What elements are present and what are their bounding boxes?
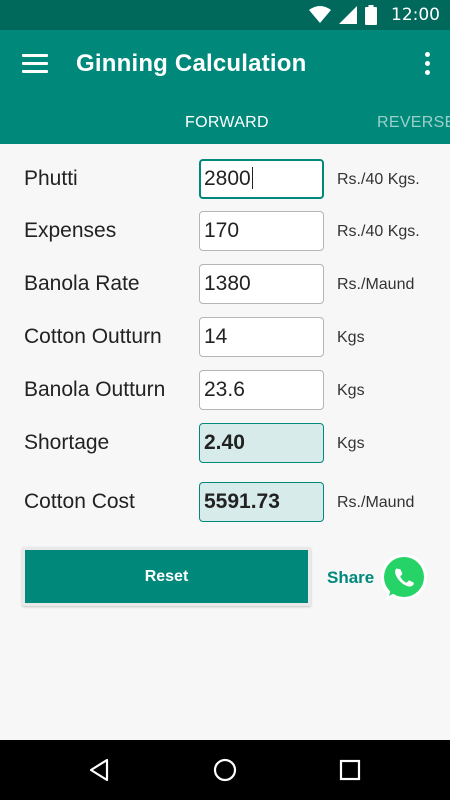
cotton-cost-result: 5591.73	[199, 482, 324, 522]
banola-outturn-unit: Kgs	[337, 382, 365, 399]
cotton-cost-label: Cotton Cost	[24, 490, 135, 513]
expenses-unit: Rs./40 Kgs.	[337, 223, 420, 240]
shortage-label: Shortage	[24, 431, 110, 454]
home-icon[interactable]	[212, 757, 238, 783]
banola-outturn-row: Banola Outturn 23.6 Kgs	[0, 370, 450, 410]
signal-icon	[339, 6, 357, 24]
hamburger-menu-icon[interactable]	[22, 54, 48, 76]
navigation-bar	[0, 740, 450, 800]
cotton-outturn-label: Cotton Outturn	[24, 325, 162, 348]
expenses-input[interactable]: 170	[199, 211, 324, 251]
shortage-unit: Kgs	[337, 435, 365, 452]
tab-bar: FORWARD REVERSE	[0, 100, 450, 144]
clock: 12:00	[391, 5, 440, 25]
tab-forward[interactable]: FORWARD	[185, 114, 269, 132]
tab-reverse[interactable]: REVERSE	[377, 114, 450, 132]
whatsapp-icon[interactable]	[375, 550, 431, 606]
phutti-unit: Rs./40 Kgs.	[337, 171, 420, 188]
recents-icon[interactable]	[337, 757, 363, 783]
app-bar: Ginning Calculation	[0, 30, 450, 100]
more-vert-icon[interactable]	[422, 52, 432, 78]
expenses-label: Expenses	[24, 219, 117, 242]
banola-rate-row: Banola Rate 1380 Rs./Maund	[0, 264, 450, 304]
banola-outturn-label: Banola Outturn	[24, 378, 166, 401]
page-title: Ginning Calculation	[76, 50, 307, 77]
wifi-icon	[309, 6, 331, 23]
cotton-cost-row: Cotton Cost 5591.73 Rs./Maund	[0, 482, 450, 522]
phutti-label: Phutti	[24, 167, 78, 190]
battery-icon	[365, 5, 377, 25]
banola-rate-input[interactable]: 1380	[199, 264, 324, 304]
cotton-cost-unit: Rs./Maund	[337, 494, 415, 511]
banola-rate-unit: Rs./Maund	[337, 276, 415, 293]
cotton-outturn-unit: Kgs	[337, 329, 365, 346]
shortage-row: Shortage 2.40 Kgs	[0, 423, 450, 463]
phutti-value: 2800	[204, 167, 251, 190]
phutti-input[interactable]: 2800	[199, 159, 324, 199]
banola-outturn-input[interactable]: 23.6	[199, 370, 324, 410]
status-bar: 12:00	[0, 0, 450, 30]
back-icon[interactable]	[87, 757, 113, 783]
reset-button[interactable]: Reset	[22, 547, 311, 606]
shortage-result: 2.40	[199, 423, 324, 463]
expenses-row: Expenses 170 Rs./40 Kgs.	[0, 211, 450, 251]
phutti-row: Phutti 2800 Rs./40 Kgs.	[0, 159, 450, 199]
share-label[interactable]: Share	[327, 568, 374, 588]
banola-rate-label: Banola Rate	[24, 272, 140, 295]
text-cursor	[251, 167, 253, 189]
cotton-outturn-row: Cotton Outturn 14 Kgs	[0, 317, 450, 357]
cotton-outturn-input[interactable]: 14	[199, 317, 324, 357]
